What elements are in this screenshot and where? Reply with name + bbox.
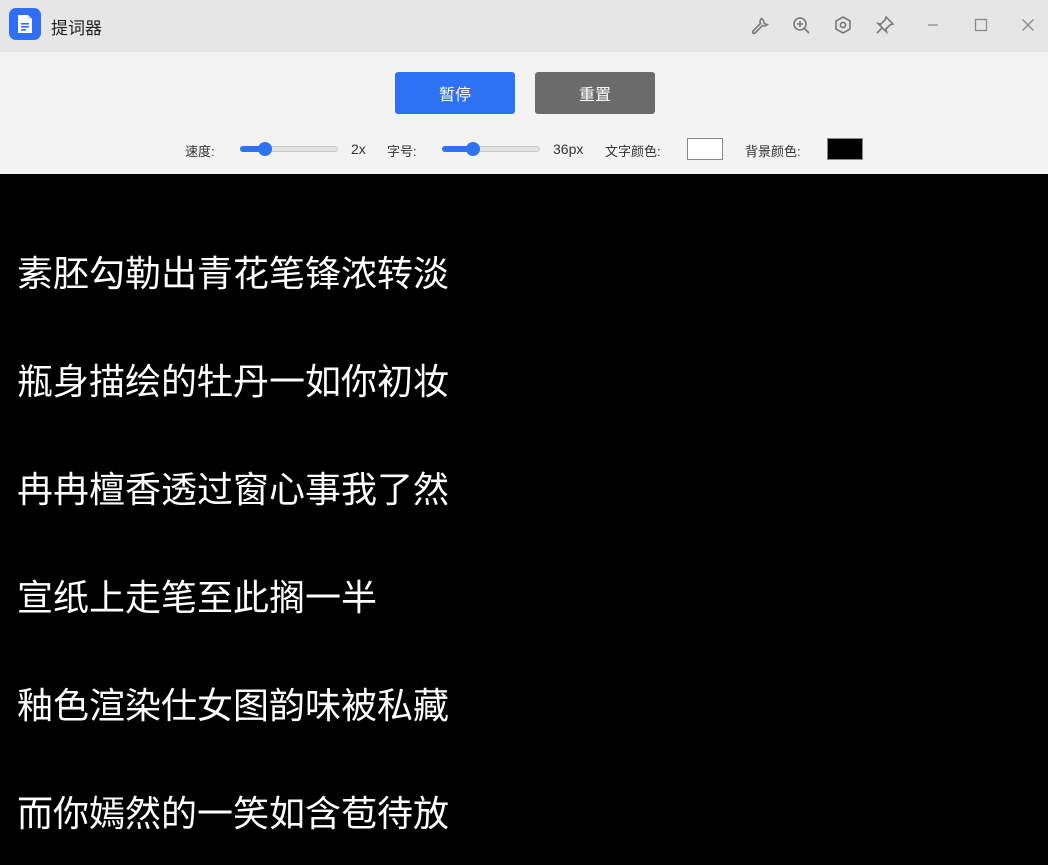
font-size-value: 36px [553,141,584,157]
close-icon[interactable] [1013,10,1043,40]
speed-value: 2x [351,141,366,157]
font-size-label: 字号: [387,144,417,159]
teleprompter-stage: 素胚勾勒出青花笔锋浓转淡 瓶身描绘的牡丹一如你初妆 冉冉檀香透过窗心事我了然 宣… [0,174,1048,865]
script-line: 瓶身描绘的牡丹一如你初妆 [17,361,450,402]
zoom-in-icon[interactable] [786,10,816,40]
script-line: 宣纸上走笔至此搁一半 [17,577,378,618]
speed-label: 速度: [185,144,215,159]
script-line: 冉冉檀香透过窗心事我了然 [17,469,450,510]
text-color-picker[interactable] [687,138,723,160]
script-line: 釉色渲染仕女图韵味被私藏 [17,685,450,726]
script-line: 素胚勾勒出青花笔锋浓转淡 [17,253,450,294]
pin-icon[interactable] [870,10,900,40]
window-title: 提词器 [51,19,102,38]
speed-slider[interactable] [240,142,338,156]
maximize-icon[interactable] [966,10,996,40]
bg-color-picker[interactable] [827,138,863,160]
speed-slider-thumb[interactable] [257,142,272,156]
text-color-label: 文字颜色: [605,144,661,159]
control-toolbar: 暂停 重置 速度: 2x 字号: 36px 文字颜色: 背景颜色: [0,52,1048,174]
script-line: 而你嫣然的一笑如含苞待放 [17,793,450,834]
wrench-icon[interactable] [744,10,774,40]
app-document-icon [9,8,41,40]
font-size-slider-thumb[interactable] [466,142,481,156]
pause-button[interactable]: 暂停 [395,72,515,114]
reset-button[interactable]: 重置 [535,72,655,114]
minimize-icon[interactable] [918,10,948,40]
font-size-slider[interactable] [442,142,540,156]
settings-hex-icon[interactable] [828,10,858,40]
bg-color-label: 背景颜色: [745,144,801,159]
title-bar: 提词器 [0,0,1048,52]
